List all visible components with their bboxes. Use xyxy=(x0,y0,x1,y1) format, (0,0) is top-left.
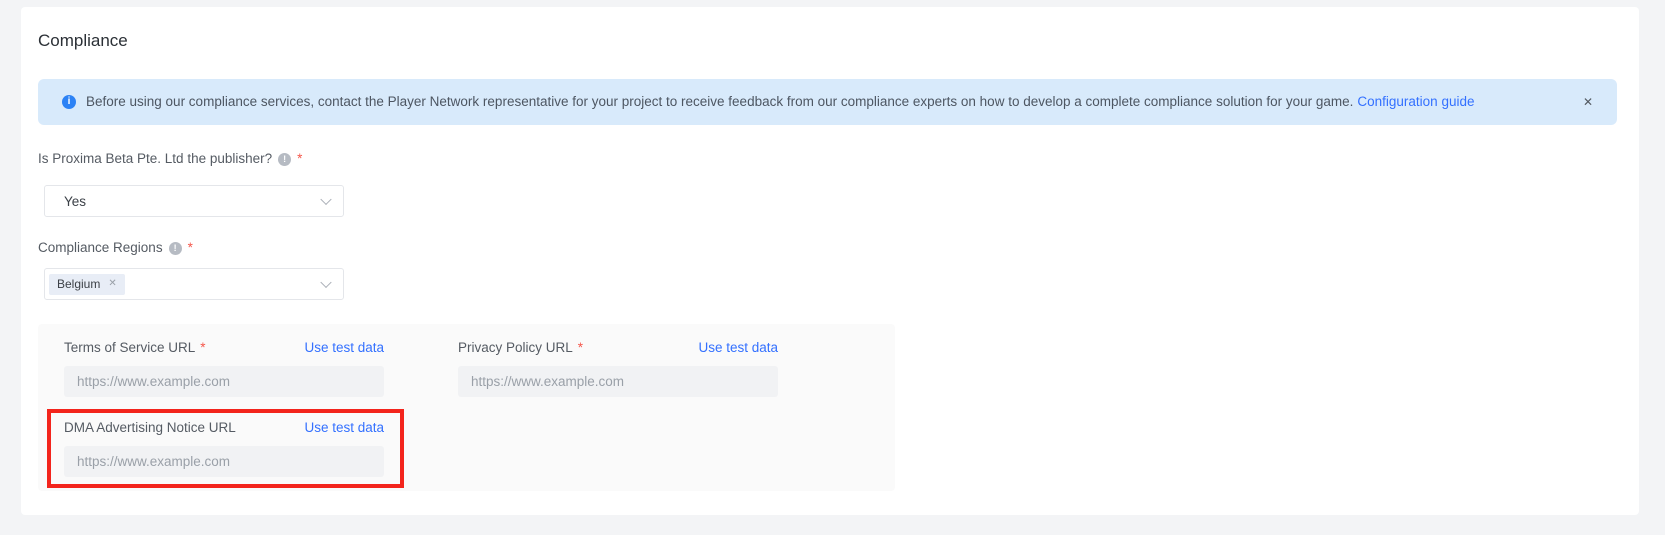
field-header: DMA Advertising Notice URL Use test data xyxy=(64,418,384,438)
privacy-policy-label: Privacy Policy URL xyxy=(458,338,573,358)
privacy-policy-field: Privacy Policy URL * Use test data xyxy=(458,338,778,397)
field-label: DMA Advertising Notice URL xyxy=(64,418,241,438)
chevron-down-icon xyxy=(320,277,331,288)
dma-advertising-notice-field: DMA Advertising Notice URL Use test data xyxy=(64,418,384,477)
use-test-data-link[interactable]: Use test data xyxy=(698,338,778,358)
terms-of-service-url-input[interactable] xyxy=(64,366,384,397)
info-tooltip-icon[interactable]: ! xyxy=(278,153,291,166)
privacy-policy-url-input[interactable] xyxy=(458,366,778,397)
field-header: Terms of Service URL * Use test data xyxy=(64,338,384,358)
required-mark: * xyxy=(578,338,583,358)
configuration-guide-link[interactable]: Configuration guide xyxy=(1357,94,1474,109)
publisher-label-text: Is Proxima Beta Pte. Ltd the publisher? xyxy=(38,151,272,167)
compliance-card: Compliance i Before using our compliance… xyxy=(21,7,1639,515)
required-mark: * xyxy=(188,240,193,256)
tag-remove-icon[interactable]: ✕ xyxy=(108,279,116,289)
field-label: Privacy Policy URL * xyxy=(458,338,583,358)
publisher-field-label: Is Proxima Beta Pte. Ltd the publisher? … xyxy=(38,151,302,167)
publisher-select-value: Yes xyxy=(64,194,86,209)
dma-advertising-notice-label: DMA Advertising Notice URL xyxy=(64,418,236,438)
publisher-select[interactable]: Yes xyxy=(44,185,344,217)
region-tag-label: Belgium xyxy=(57,277,100,291)
field-header: Privacy Policy URL * Use test data xyxy=(458,338,778,358)
use-test-data-link[interactable]: Use test data xyxy=(304,418,384,438)
required-mark: * xyxy=(297,151,302,167)
regions-label-text: Compliance Regions xyxy=(38,240,163,256)
required-mark: * xyxy=(200,338,205,358)
info-icon: i xyxy=(62,95,76,109)
close-icon[interactable]: ✕ xyxy=(1583,96,1593,108)
region-tag: Belgium ✕ xyxy=(49,274,125,295)
banner-message: Before using our compliance services, co… xyxy=(86,94,1353,109)
dma-advertising-notice-url-input[interactable] xyxy=(64,446,384,477)
regions-field-label: Compliance Regions ! * xyxy=(38,240,193,256)
info-banner: i Before using our compliance services, … xyxy=(38,79,1617,125)
chevron-down-icon xyxy=(320,194,331,205)
banner-text: Before using our compliance services, co… xyxy=(86,93,1474,111)
terms-of-service-label: Terms of Service URL xyxy=(64,338,195,358)
info-tooltip-icon[interactable]: ! xyxy=(169,242,182,255)
page-title: Compliance xyxy=(38,32,128,50)
terms-of-service-field: Terms of Service URL * Use test data xyxy=(64,338,384,397)
field-label: Terms of Service URL * xyxy=(64,338,206,358)
regions-multiselect[interactable]: Belgium ✕ xyxy=(44,268,344,300)
url-panel: Terms of Service URL * Use test data Pri… xyxy=(38,324,895,491)
use-test-data-link[interactable]: Use test data xyxy=(304,338,384,358)
